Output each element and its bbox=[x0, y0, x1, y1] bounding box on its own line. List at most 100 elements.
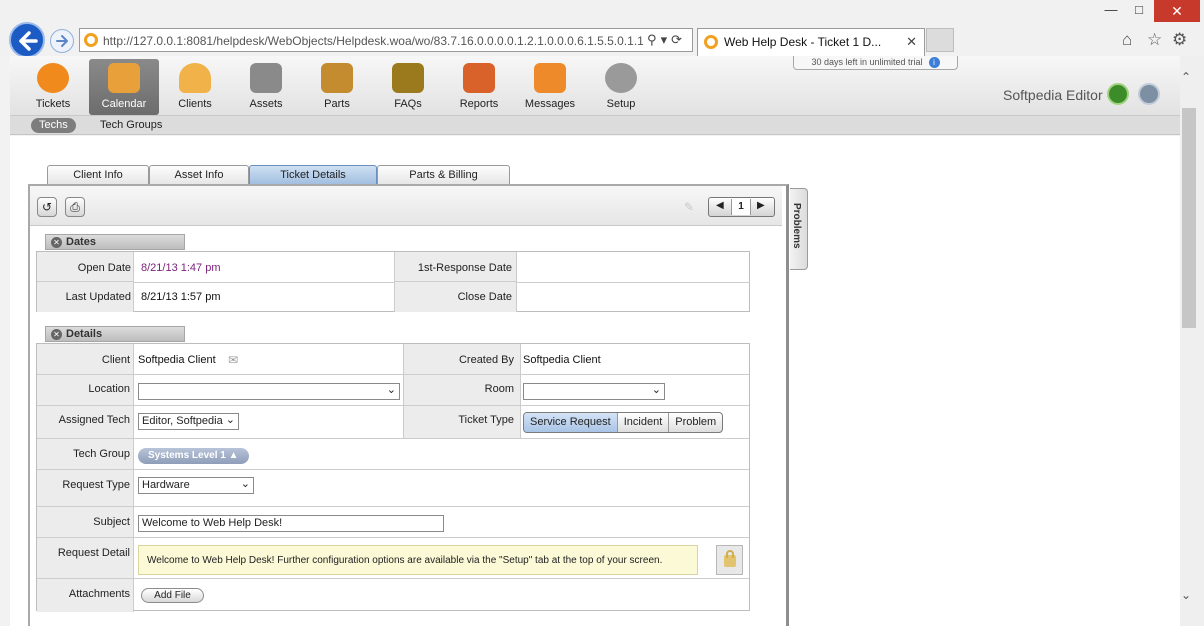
subnav-techs[interactable]: Techs bbox=[31, 118, 76, 133]
print-icon[interactable]: ⎙ bbox=[65, 197, 85, 217]
collapse-icon: ✕ bbox=[51, 329, 62, 340]
address-tools[interactable]: ⚲▾⟳ bbox=[647, 32, 686, 48]
reports-chart-icon bbox=[463, 63, 495, 93]
details-table: Client Softpedia Client ✉ Created By Sof… bbox=[36, 343, 750, 612]
lock-icon[interactable] bbox=[716, 545, 743, 575]
client-label: Client bbox=[101, 354, 130, 366]
assigned-tech-select[interactable]: Editor, Softpedia ⌄ bbox=[138, 413, 239, 430]
subject-label: Subject bbox=[93, 516, 130, 528]
current-user: Softpedia Editor bbox=[1003, 87, 1103, 103]
parts-box-icon bbox=[321, 63, 353, 93]
chevron-down-icon: ⌄ bbox=[651, 384, 661, 396]
chevron-down-icon: ⌄ bbox=[386, 384, 396, 396]
nav-parts[interactable]: Parts bbox=[302, 59, 372, 115]
room-label: Room bbox=[484, 383, 514, 395]
tickets-lifebuoy-icon bbox=[37, 63, 69, 93]
connection-status-icon[interactable] bbox=[1107, 83, 1129, 105]
prev-icon: ◀ bbox=[716, 200, 724, 211]
details-section-header[interactable]: ✕ Details bbox=[45, 326, 185, 342]
tab-ticket-details[interactable]: Ticket Details bbox=[249, 165, 377, 185]
email-envelope-icon[interactable]: ✉ bbox=[228, 353, 238, 367]
last-updated-value: 8/21/13 1:57 pm bbox=[141, 291, 221, 303]
close-window-icon[interactable]: ✕ bbox=[1154, 0, 1200, 22]
created-by-label: Created By bbox=[458, 354, 514, 366]
nav-assets[interactable]: Assets bbox=[231, 59, 301, 115]
back-button[interactable] bbox=[9, 22, 45, 58]
caret-up-icon: ▲ bbox=[228, 450, 239, 461]
nav-tickets[interactable]: Tickets bbox=[18, 59, 88, 115]
forward-button[interactable] bbox=[50, 29, 74, 53]
ticket-type-incident[interactable]: Incident bbox=[618, 413, 670, 432]
tab-title: Web Help Desk - Ticket 1 D... bbox=[724, 35, 882, 49]
tab-favicon-icon bbox=[704, 35, 718, 49]
calendar-icon bbox=[108, 63, 140, 93]
nav-clients[interactable]: Clients bbox=[160, 59, 230, 115]
maximize-icon[interactable]: □ bbox=[1126, 2, 1152, 17]
dates-table: Open Date 8/21/13 1:47 pm 1st-Response D… bbox=[36, 251, 750, 312]
browser-tab[interactable]: Web Help Desk - Ticket 1 D... ✕ bbox=[697, 28, 925, 56]
address-bar[interactable]: http://127.0.0.1:8081/helpdesk/WebObject… bbox=[79, 28, 693, 52]
tab-asset-info[interactable]: Asset Info bbox=[149, 165, 249, 185]
chevron-down-icon: ⌄ bbox=[225, 414, 235, 426]
request-detail-text[interactable]: Welcome to Web Help Desk! Further config… bbox=[138, 545, 698, 575]
request-type-select[interactable]: Hardware ⌄ bbox=[138, 477, 254, 494]
request-type-label: Request Type bbox=[62, 479, 130, 491]
ticket-type-label: Ticket Type bbox=[458, 414, 514, 426]
tab-parts-billing[interactable]: Parts & Billing bbox=[377, 165, 510, 185]
next-icon: ▶ bbox=[757, 200, 765, 211]
tech-group-label: Tech Group bbox=[73, 448, 130, 460]
close-date-label: Close Date bbox=[457, 291, 512, 303]
ticket-type-service-request[interactable]: Service Request bbox=[524, 413, 618, 432]
subnav-tech-groups[interactable]: Tech Groups bbox=[92, 118, 170, 133]
add-file-button[interactable]: Add File bbox=[141, 588, 204, 603]
collapse-icon: ✕ bbox=[51, 237, 62, 248]
back-arrow-icon bbox=[19, 31, 38, 51]
scroll-down-icon[interactable]: ⌄ bbox=[1181, 588, 1191, 602]
scroll-up-icon[interactable]: ⌃ bbox=[1181, 70, 1191, 84]
ticket-type-problem[interactable]: Problem bbox=[669, 413, 722, 432]
open-date-label: Open Date bbox=[77, 262, 131, 274]
history-back-icon[interactable]: ↺ bbox=[37, 197, 57, 217]
ticket-toolbar bbox=[30, 186, 782, 226]
assigned-tech-label: Assigned Tech bbox=[58, 414, 130, 426]
tab-close-icon[interactable]: ✕ bbox=[906, 34, 917, 50]
pin-icon: ✎ bbox=[684, 200, 695, 214]
user-profile-icon[interactable] bbox=[1138, 83, 1160, 105]
subject-input[interactable]: Welcome to Web Help Desk! bbox=[138, 515, 444, 532]
settings-gear-icon[interactable]: ⚙ bbox=[1172, 30, 1187, 50]
nav-faqs[interactable]: FAQs bbox=[373, 59, 443, 115]
scrollbar-thumb[interactable] bbox=[1182, 108, 1196, 328]
dates-section-header[interactable]: ✕ Dates bbox=[45, 234, 185, 250]
url-text[interactable]: http://127.0.0.1:8081/helpdesk/WebObject… bbox=[103, 34, 643, 48]
nav-calendar[interactable]: Calendar bbox=[89, 59, 159, 115]
nav-setup[interactable]: Setup bbox=[586, 59, 656, 115]
nav-reports[interactable]: Reports bbox=[444, 59, 514, 115]
assets-monitor-icon bbox=[250, 63, 282, 93]
home-icon[interactable]: ⌂ bbox=[1122, 30, 1132, 50]
ticket-pager[interactable]: ◀ 1 ▶ bbox=[708, 197, 775, 217]
sub-navigation-bar bbox=[10, 116, 1180, 135]
client-value[interactable]: Softpedia Client bbox=[138, 354, 216, 366]
nav-messages[interactable]: Messages bbox=[515, 59, 585, 115]
attachments-label: Attachments bbox=[68, 588, 130, 600]
page-number: 1 bbox=[731, 199, 751, 215]
site-favicon-icon bbox=[84, 33, 98, 47]
tab-client-info[interactable]: Client Info bbox=[47, 165, 149, 185]
problems-tab[interactable]: Problems bbox=[790, 188, 808, 270]
chevron-down-icon: ⌄ bbox=[240, 478, 250, 490]
location-label: Location bbox=[88, 383, 130, 395]
ticket-type-segmented[interactable]: Service Request Incident Problem bbox=[523, 412, 724, 433]
info-icon: i bbox=[928, 57, 940, 69]
faqs-book-icon bbox=[392, 63, 424, 93]
favorites-star-icon[interactable]: ☆ bbox=[1147, 30, 1162, 50]
setup-gear-icon bbox=[605, 63, 637, 93]
request-detail-label: Request Detail bbox=[57, 547, 130, 559]
room-select[interactable]: ⌄ bbox=[523, 383, 665, 400]
last-updated-label: Last Updated bbox=[65, 291, 131, 303]
location-select[interactable]: ⌄ bbox=[138, 383, 400, 400]
created-by-value: Softpedia Client bbox=[523, 354, 601, 366]
tech-group-pill[interactable]: Systems Level 1 ▲ bbox=[138, 448, 249, 464]
minimize-icon[interactable]: — bbox=[1098, 2, 1124, 17]
new-tab-button[interactable] bbox=[926, 28, 954, 52]
messages-bubble-icon bbox=[534, 63, 566, 93]
